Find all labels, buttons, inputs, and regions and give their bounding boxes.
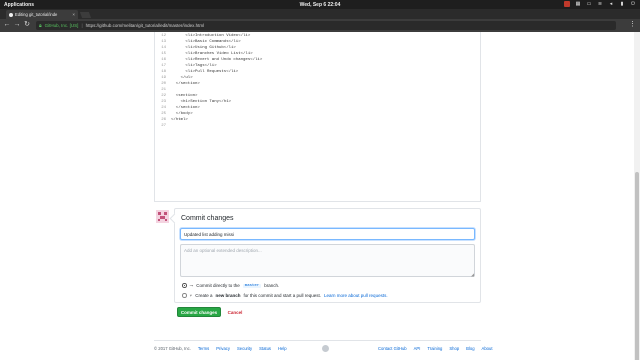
line-content: </html>	[171, 118, 188, 122]
system-clock[interactable]: Wed, Sep 6 22:04	[0, 2, 640, 8]
code-line[interactable]: 27	[155, 124, 171, 130]
footer-link-shop[interactable]: Shop	[449, 346, 459, 351]
commit-direct-option[interactable]: ⊸ Commit directly to the master branch.	[182, 282, 279, 289]
github-octocat-icon[interactable]	[322, 345, 329, 352]
footer-link-training[interactable]: Training	[427, 346, 442, 351]
new-branch-label-rest: for this commit and start a pull request…	[243, 293, 322, 298]
github-favicon-icon	[9, 12, 13, 17]
new-tab-button[interactable]	[79, 12, 92, 18]
cancel-button[interactable]: Cancel	[224, 307, 246, 317]
reload-icon[interactable]: ↻	[23, 21, 31, 29]
resize-handle-icon[interactable]: ◢	[471, 272, 474, 277]
footer-link-contact[interactable]: Contact GitHub	[378, 346, 407, 351]
address-bar[interactable]: 🔒︎ GitHub, Inc. [US] | https://github.co…	[36, 21, 616, 30]
tab-close-icon[interactable]: ×	[72, 12, 78, 17]
new-branch-label-prefix: Create a	[195, 293, 213, 298]
footer-link-help[interactable]: Help	[278, 346, 287, 351]
forward-arrow-icon[interactable]: →	[13, 21, 21, 29]
browser-toolbar: ← → ↻ 🔒︎ GitHub, Inc. [US] | https://git…	[0, 19, 640, 32]
footer-link-status[interactable]: Status	[259, 346, 271, 351]
commit-direct-label: Commit directly to the	[196, 283, 240, 288]
os-top-bar: Applications Wed, Sep 6 22:04 ▦ ▭ ≋ ◂ ▮ …	[0, 0, 640, 9]
pull-request-icon: ⑂	[189, 293, 193, 298]
branch-name-badge: master	[242, 283, 262, 288]
line-number: 27	[161, 124, 166, 128]
new-branch-label-bold: new branch	[215, 293, 241, 298]
footer-link-api[interactable]: API	[414, 346, 421, 351]
browser-tab-strip: Editing git_tutorial/inde ×	[0, 9, 640, 19]
commit-direct-suffix: branch.	[264, 283, 280, 288]
footer-link-blog[interactable]: Blog	[466, 346, 474, 351]
tray-grid-icon[interactable]: ▦	[575, 1, 581, 7]
learn-more-pull-requests-link[interactable]: Learn more about pull requests.	[324, 293, 388, 298]
footer-copyright: © 2017 GitHub, Inc.	[154, 346, 191, 351]
line-content: </section>	[171, 82, 200, 86]
footer-left: © 2017 GitHub, Inc. Terms Privacy Securi…	[154, 346, 287, 351]
line-content	[169, 124, 171, 130]
commit-description-textarea[interactable]	[180, 244, 475, 277]
battery-icon[interactable]: ▮	[619, 1, 625, 7]
scrollbar-thumb[interactable]	[635, 172, 639, 360]
footer-divider	[154, 340, 481, 341]
tray-app-icon[interactable]	[564, 1, 570, 7]
system-tray: ▦ ▭ ≋ ◂ ▮ ⏻	[564, 1, 636, 7]
footer-link-privacy[interactable]: Privacy	[216, 346, 230, 351]
commit-icon: ⊸	[189, 282, 194, 288]
new-branch-radio[interactable]	[182, 293, 187, 298]
back-arrow-icon[interactable]: ←	[3, 21, 11, 29]
lock-icon: 🔒︎	[39, 22, 42, 29]
volume-icon[interactable]: ◂	[608, 1, 614, 7]
page-scrollbar[interactable]	[634, 32, 640, 360]
footer-link-about[interactable]: About	[482, 346, 493, 351]
tab-title: Editing git_tutorial/inde	[15, 12, 58, 17]
footer-right: Contact GitHub API Training Shop Blog Ab…	[378, 346, 493, 351]
url-text: https://github.com/melitan/git_tutorial/…	[85, 23, 205, 28]
wifi-icon[interactable]: ≋	[597, 1, 603, 7]
commit-summary-input[interactable]	[180, 228, 475, 240]
commit-changes-button[interactable]: Commit changes	[177, 307, 221, 317]
power-icon[interactable]: ⏻	[630, 1, 636, 7]
browser-tab[interactable]: Editing git_tutorial/inde ×	[6, 10, 78, 19]
browser-menu-icon[interactable]: ⋮	[629, 21, 636, 29]
commit-direct-radio[interactable]	[182, 283, 187, 288]
footer-link-terms[interactable]: Terms	[198, 346, 209, 351]
user-avatar[interactable]	[156, 210, 169, 223]
code-editor[interactable]: 12 <li>Introduction Video</li> 13 <li>Bas…	[154, 32, 481, 202]
commit-changes-heading: Commit changes	[181, 215, 234, 222]
site-identity: GitHub, Inc. [US]	[44, 23, 79, 28]
new-branch-option[interactable]: ⑂ Create a new branch for this commit an…	[182, 292, 388, 299]
tray-layout-icon[interactable]: ▭	[586, 1, 592, 7]
footer-link-security[interactable]: Security	[237, 346, 252, 351]
